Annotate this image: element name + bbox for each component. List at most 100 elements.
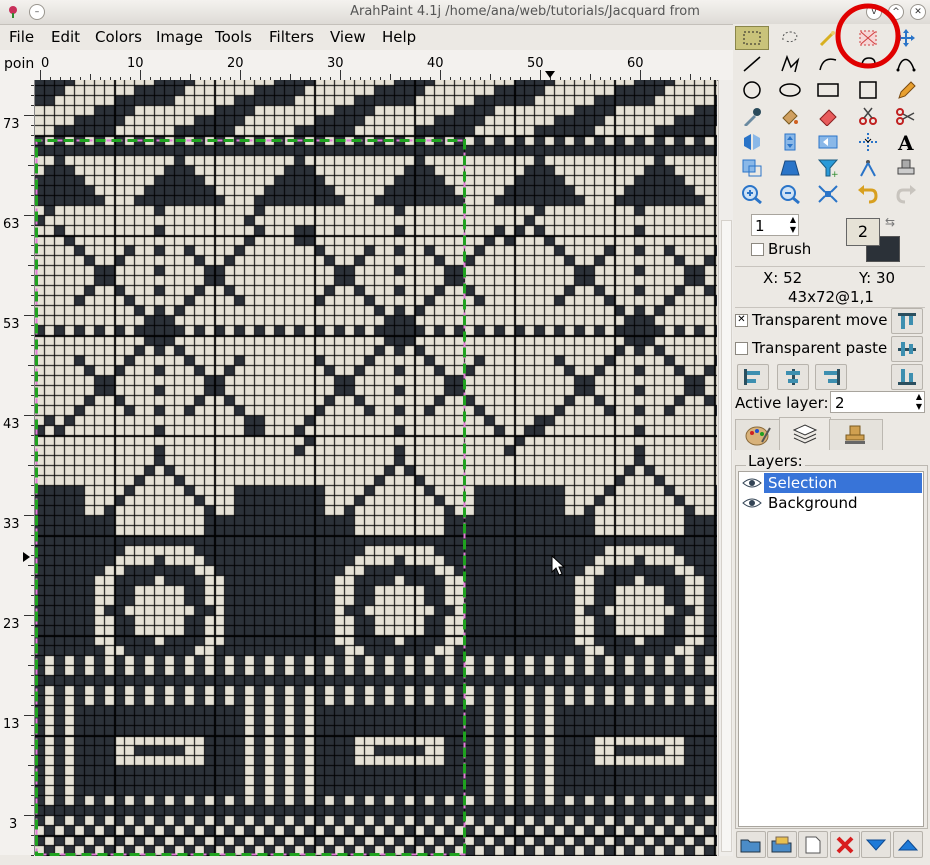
align-bottom-icon — [898, 369, 916, 385]
menu-view[interactable]: View — [330, 28, 366, 46]
mirror-tool[interactable] — [811, 130, 845, 154]
active-layer-spinner[interactable]: 2 ▲ ▼ — [830, 391, 925, 413]
close-button[interactable]: ✕ — [910, 4, 926, 20]
eraser-tool[interactable] — [811, 104, 845, 128]
menu-tools[interactable]: Tools — [215, 28, 252, 46]
spin-down-icon[interactable]: ▼ — [916, 402, 922, 411]
spin-up-icon[interactable]: ▲ — [790, 215, 796, 224]
menu-edit[interactable]: Edit — [51, 28, 80, 46]
center-tool[interactable] — [851, 130, 885, 154]
fit-tool[interactable] — [811, 182, 845, 206]
compass-tool[interactable] — [851, 156, 885, 180]
move-layer-down-button[interactable] — [861, 831, 891, 858]
move-tool[interactable] — [889, 26, 923, 50]
align-left-button[interactable] — [737, 364, 769, 390]
ellipse-tool[interactable] — [773, 78, 807, 102]
rotate-tool[interactable] — [851, 52, 885, 76]
delete-layer-button[interactable] — [830, 831, 860, 858]
align-right-button[interactable] — [815, 364, 847, 390]
cut-tool[interactable] — [851, 104, 885, 128]
move-layer-up-button[interactable] — [893, 831, 923, 858]
menu-filters[interactable]: Filters — [269, 28, 314, 46]
resize-tool[interactable] — [735, 156, 769, 180]
tab-palette[interactable] — [735, 419, 781, 450]
rectangle-tool[interactable] — [811, 78, 845, 102]
transparent-move-checkbox[interactable]: ✕ — [735, 314, 748, 327]
polyline-icon — [781, 54, 800, 73]
lasso-select-tool[interactable] — [773, 26, 807, 50]
deselect-tool[interactable] — [851, 26, 885, 50]
brush-size-value: 1 — [755, 217, 765, 235]
redo-tool[interactable] — [889, 182, 923, 206]
transparent-paste-checkbox[interactable] — [735, 342, 748, 355]
zoom-in-tool[interactable] — [735, 182, 769, 206]
menu-file[interactable]: File — [9, 28, 34, 46]
menu-image[interactable]: Image — [156, 28, 203, 46]
rectangle-select-tool[interactable] — [735, 26, 769, 50]
fill-tool[interactable] — [773, 104, 807, 128]
align-center-horizontal-button[interactable] — [777, 364, 809, 390]
ruler-top-label: 0 — [41, 56, 50, 71]
scroll-thumb[interactable] — [721, 220, 732, 852]
window-title: ArahPaint 4.1j /home/ana/web/tutorials/J… — [350, 4, 700, 19]
filter-tool[interactable]: + — [811, 156, 845, 180]
rectangle-select-icon — [743, 31, 761, 45]
layers-list[interactable]: Selection Background — [738, 471, 924, 827]
layer-item-selection[interactable]: Selection — [740, 473, 922, 493]
tab-layers[interactable] — [779, 417, 831, 450]
bezier-tool[interactable] — [889, 52, 923, 76]
color-picker-tool[interactable] — [735, 104, 769, 128]
align-bottom-button[interactable] — [891, 364, 923, 390]
transparent-paste-label: Transparent paste — [752, 339, 888, 357]
tab-stamp[interactable] — [829, 419, 883, 450]
spin-down-icon[interactable]: ▼ — [790, 225, 796, 234]
minimize-button[interactable]: v — [866, 4, 882, 20]
perspective-tool[interactable] — [773, 156, 807, 180]
scissors-tool[interactable] — [889, 104, 923, 128]
text-tool[interactable]: A — [889, 130, 923, 154]
open-layer-button[interactable] — [736, 831, 766, 858]
flip-vertical-tool[interactable] — [773, 130, 807, 154]
cut-icon — [859, 107, 877, 125]
arrow-down-icon — [865, 839, 887, 851]
selection-size: 43x72@1,1 — [788, 288, 874, 306]
pattern-canvas[interactable] — [35, 80, 717, 856]
eye-icon[interactable] — [742, 476, 762, 490]
curve-tool[interactable] — [811, 52, 845, 76]
brush-checkbox[interactable] — [751, 243, 764, 256]
stamp-tool[interactable] — [889, 156, 923, 180]
flip-tool[interactable] — [735, 130, 769, 154]
foreground-color-swatch[interactable]: 2 — [846, 218, 880, 246]
undo-tool[interactable] — [851, 182, 885, 206]
menu-bar: File Edit Colors Image Tools Filters Vie… — [0, 25, 733, 49]
pencil-tool[interactable] — [889, 78, 923, 102]
swap-colors-icon[interactable]: ⇆ — [885, 215, 895, 229]
layer-item-background[interactable]: Background — [740, 493, 922, 513]
align-middle-icon — [786, 369, 800, 385]
align-top-button[interactable] — [891, 308, 923, 334]
status-bar: X: 52 Y: 30 43x72@1,1 — [735, 266, 925, 308]
magic-wand-tool[interactable] — [811, 26, 845, 50]
spin-up-icon[interactable]: ▲ — [916, 392, 922, 401]
folder-image-icon — [771, 836, 792, 852]
menu-colors[interactable]: Colors — [95, 28, 142, 46]
color-number: 2 — [857, 222, 869, 241]
new-layer-button[interactable] — [798, 831, 828, 858]
import-layer-button[interactable] — [767, 831, 797, 858]
ruler-left: 73 63 53 43 33 23 13 3 — [0, 80, 35, 856]
line-tool[interactable] — [735, 52, 769, 76]
vertical-scrollbar[interactable] — [718, 80, 733, 856]
maximize-button[interactable]: ^ — [888, 4, 904, 20]
align-center-vertical-button[interactable] — [891, 336, 923, 362]
compass-icon — [860, 160, 876, 177]
ruler-left-label: 3 — [9, 817, 18, 832]
window-menu-button[interactable]: – — [29, 4, 45, 20]
polyline-tool[interactable] — [773, 52, 807, 76]
eye-icon[interactable] — [742, 496, 762, 510]
circle-tool[interactable] — [735, 78, 769, 102]
menu-help[interactable]: Help — [382, 28, 416, 46]
square-tool[interactable] — [851, 78, 885, 102]
brush-size-spinner[interactable]: 1 ▲ ▼ — [751, 214, 799, 236]
zoom-out-tool[interactable] — [773, 182, 807, 206]
layer-name: Selection — [768, 474, 838, 492]
